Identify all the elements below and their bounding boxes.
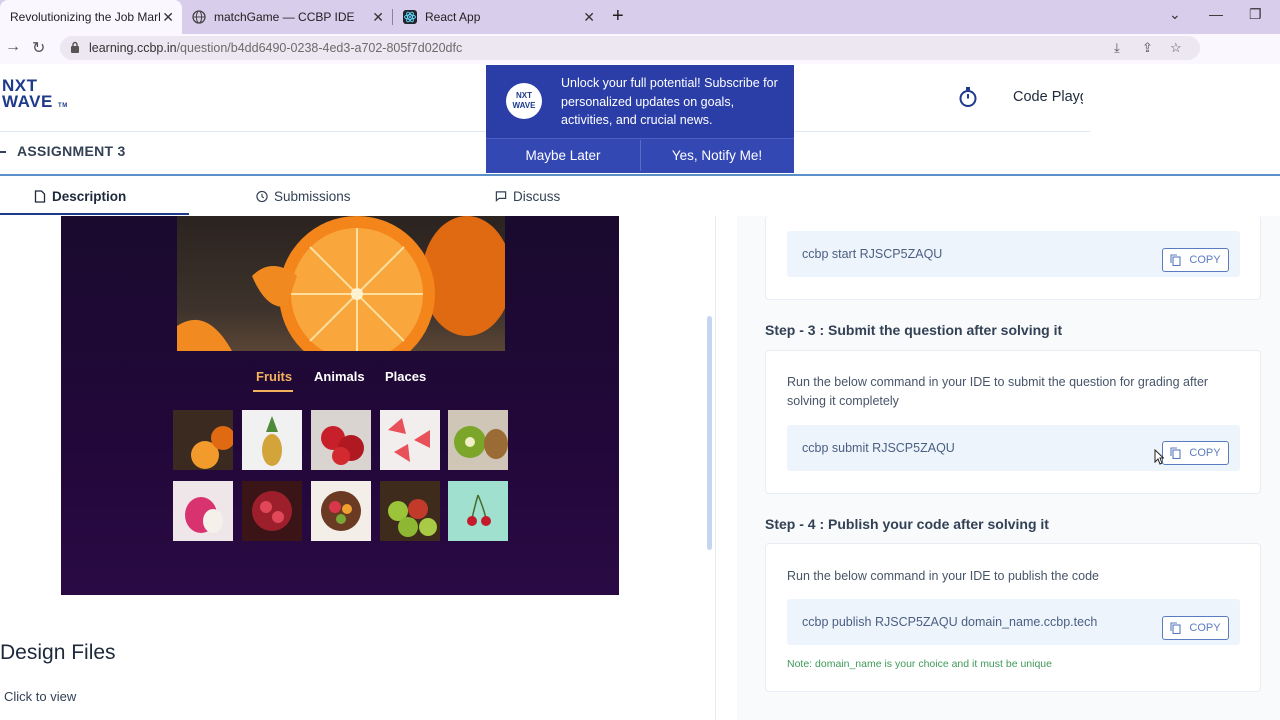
document-icon: [34, 190, 46, 203]
logo-line: WAVE: [2, 92, 53, 111]
pineapple-thumb: [262, 416, 282, 466]
thumbnail-pineapple: [242, 410, 302, 470]
step-4-description: Run the below command in your IDE to pub…: [787, 569, 1099, 583]
copy-icon: [1170, 447, 1181, 459]
watermelon-thumb: [388, 418, 430, 462]
browser-tab-react-app[interactable]: React App ✕: [393, 0, 603, 34]
browser-tab-title: React App: [425, 10, 481, 24]
pomegranate-thumb: [252, 491, 292, 531]
forward-icon[interactable]: →: [5, 38, 21, 56]
kiwi-thumb: [454, 426, 508, 459]
react-icon: [403, 10, 417, 24]
close-icon[interactable]: ✕: [372, 9, 384, 26]
step-3-title: Step - 3 : Submit the question after sol…: [765, 322, 1063, 338]
notify-me-button[interactable]: Yes, Notify Me!: [640, 138, 794, 173]
left-pane-scrollbar[interactable]: [707, 316, 712, 550]
category-tab-animals: Animals: [314, 369, 365, 384]
submit-command: ccbp submit RJSCP5ZAQU: [802, 441, 955, 455]
maybe-later-button[interactable]: Maybe Later: [486, 138, 640, 173]
dragonfruit-thumb: [185, 497, 223, 533]
url-path: /question/b4dd6490-0238-4ed3-a702-805f7d…: [176, 41, 463, 55]
step-4-title: Step - 4 : Publish your code after solvi…: [765, 516, 1049, 532]
start-command: ccbp start RJSCP5ZAQU: [802, 247, 943, 261]
thumbnail-pomegranate: [242, 481, 302, 541]
copy-label: COPY: [1189, 622, 1221, 634]
tab-label: Description: [52, 189, 127, 204]
logo-tm: TM: [58, 103, 68, 109]
copy-submit-button[interactable]: COPY: [1162, 441, 1229, 465]
minimize-icon[interactable]: —: [1209, 6, 1223, 22]
share-icon[interactable]: ⇪: [1142, 40, 1153, 56]
thumbnail-dragonfruit: [173, 481, 233, 541]
thumbnail-kiwi: [448, 410, 508, 470]
thumbnail-fruit-bowl: [311, 481, 371, 541]
browser-tab-nxtwave[interactable]: Revolutionizing the Job Market | ✕: [0, 0, 182, 34]
browser-tab-title: matchGame — CCBP IDE: [214, 10, 355, 24]
copy-publish-button[interactable]: COPY: [1162, 616, 1229, 640]
close-icon[interactable]: ✕: [162, 9, 174, 26]
stopwatch-icon[interactable]: [958, 86, 978, 108]
orange-illustration: [177, 216, 505, 351]
thumbnail-watermelon: [380, 410, 440, 470]
reload-icon[interactable]: ↻: [32, 38, 45, 58]
maximize-icon[interactable]: ❐: [1249, 6, 1262, 23]
pane-divider[interactable]: [715, 216, 716, 720]
thumbnail-cherries: [448, 481, 508, 541]
logo-line: WAVE: [512, 101, 536, 110]
orange-thumb: [191, 426, 233, 469]
tab-description[interactable]: Description: [34, 189, 126, 204]
code-playground-link[interactable]: Code Playground: [1013, 89, 1083, 105]
nxtwave-logo: NXT WAVE: [506, 83, 542, 119]
browser-tab-matchgame[interactable]: matchGame — CCBP IDE ✕: [182, 0, 392, 34]
thumbnail-orange: [173, 410, 233, 470]
click-to-view-link[interactable]: Click to view: [4, 689, 76, 704]
download-icon[interactable]: ⤓: [1114, 40, 1120, 56]
step-3-card: [765, 350, 1261, 494]
tab-submissions[interactable]: Submissions: [256, 189, 351, 204]
url-host: learning.ccbp.in: [89, 41, 177, 55]
fruit-bowl-thumb: [321, 491, 361, 531]
chat-icon: [495, 191, 507, 202]
copy-icon: [1170, 622, 1181, 634]
active-tab-underline: [0, 213, 189, 215]
copy-start-button[interactable]: COPY: [1162, 248, 1229, 272]
cherries-thumb: [467, 494, 491, 526]
lock-icon: [71, 41, 79, 53]
chevron-down-icon[interactable]: ⌄: [1169, 6, 1181, 23]
tab-discuss[interactable]: Discuss: [495, 189, 560, 204]
category-underline: [253, 390, 293, 392]
publish-command: ccbp publish RJSCP5ZAQU domain_name.ccbp…: [802, 615, 1098, 629]
url-text: learning.ccbp.in/question/b4dd6490-0238-…: [89, 41, 462, 55]
clock-icon: [256, 190, 268, 203]
design-files-heading: Design Files: [0, 641, 116, 664]
tab-label: Submissions: [274, 189, 351, 204]
browser-tab-title: Revolutionizing the Job Market |: [10, 10, 160, 24]
globe-icon: [192, 10, 206, 24]
apples-thumb: [388, 499, 437, 537]
assignment-title: ASSIGNMENT 3: [17, 143, 126, 159]
step-3-description: Run the below command in your IDE to sub…: [787, 375, 1209, 408]
tab-label: Discuss: [513, 189, 561, 204]
close-icon[interactable]: ✕: [583, 9, 595, 26]
nxtwave-logo[interactable]: NXT WAVE TM: [2, 77, 68, 114]
mouse-cursor-icon: [1154, 449, 1164, 465]
hero-orange-image: [177, 216, 505, 351]
copy-label: COPY: [1189, 447, 1221, 459]
back-icon[interactable]: [0, 151, 6, 153]
star-icon[interactable]: ☆: [1170, 40, 1182, 56]
domain-note: Note: domain_name is your choice and it …: [787, 658, 1052, 670]
popup-message: Unlock your full potential! Subscribe fo…: [561, 76, 778, 127]
thumbnail-strawberry: [311, 410, 371, 470]
copy-label: COPY: [1189, 254, 1221, 266]
logo-line: NXT: [516, 91, 532, 100]
thumbnail-apples: [380, 481, 440, 541]
strawberry-thumb: [321, 426, 364, 465]
new-tab-icon[interactable]: +: [612, 5, 624, 28]
copy-icon: [1170, 254, 1181, 266]
category-tab-places: Places: [385, 369, 427, 384]
category-tab-fruits: Fruits: [256, 369, 293, 384]
